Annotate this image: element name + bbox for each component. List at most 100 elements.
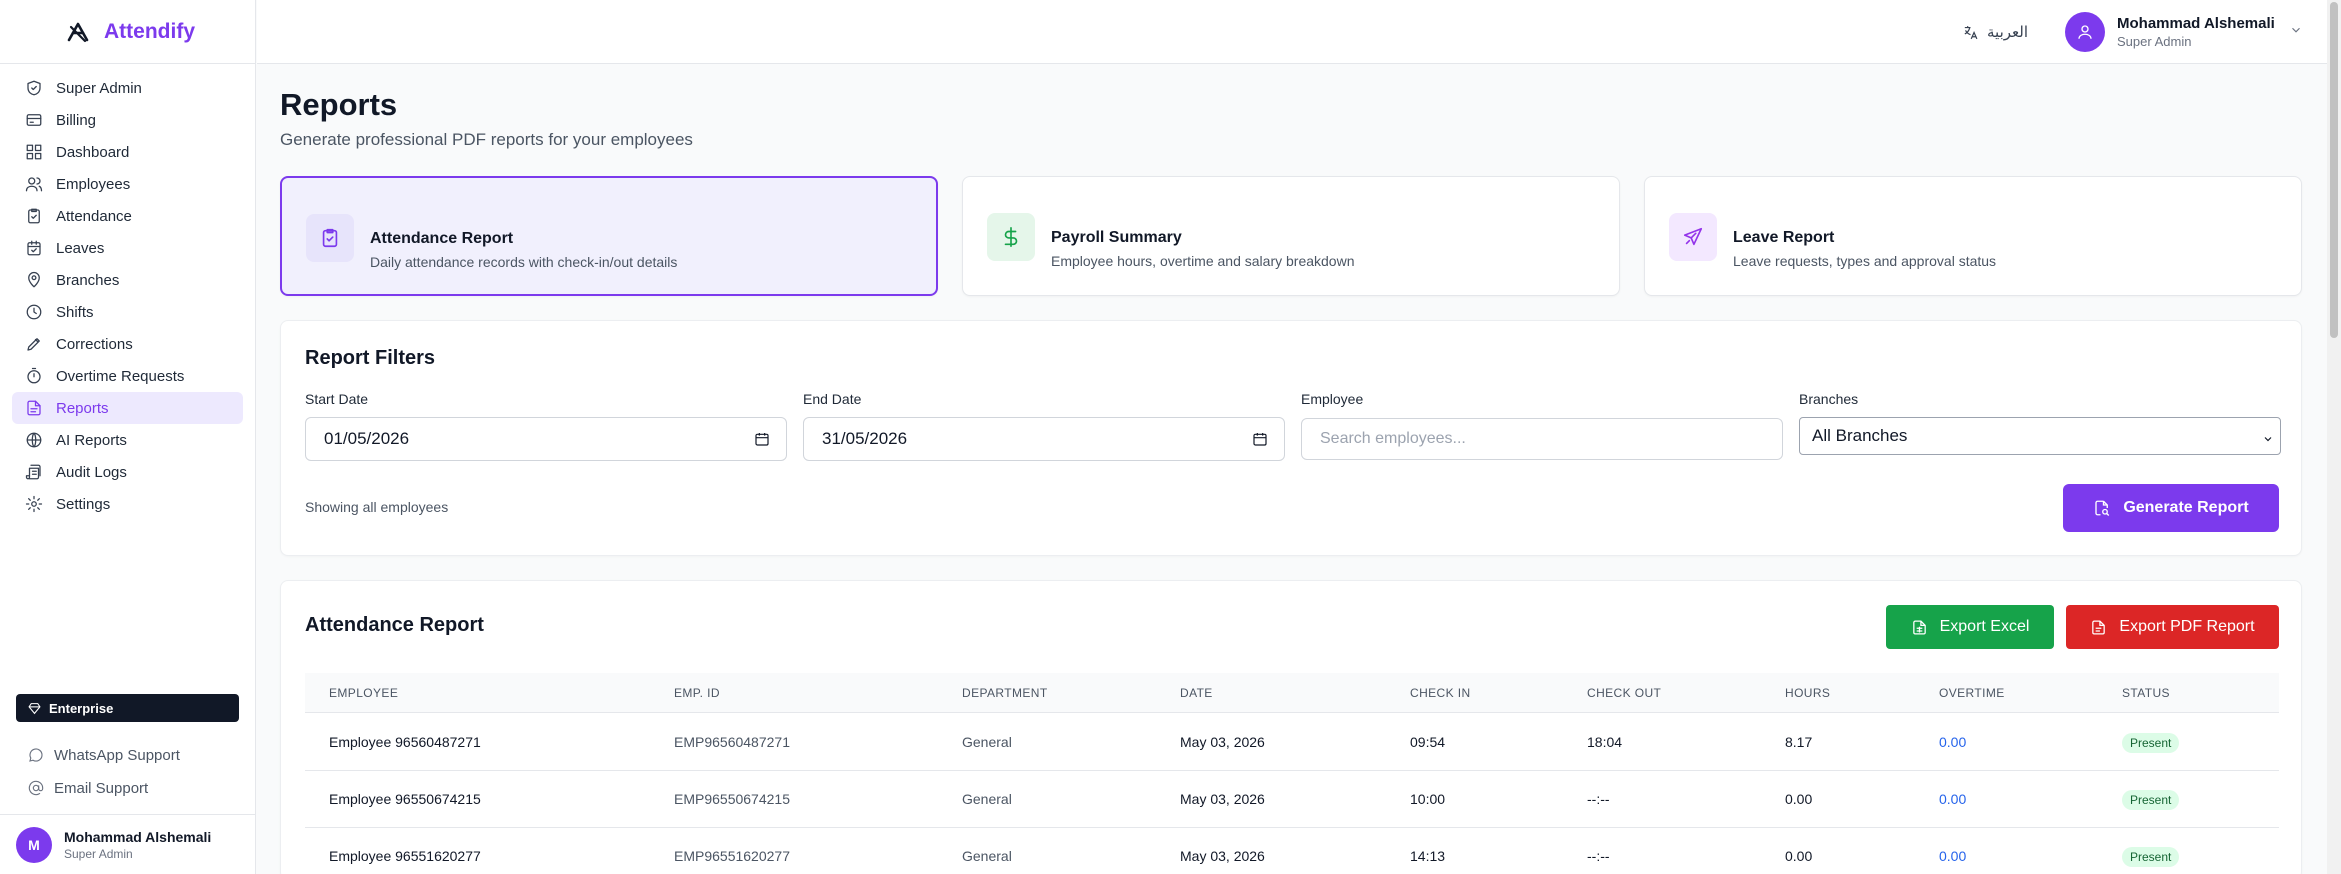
cell-status: Present (2122, 714, 2180, 771)
sidebar-item-label: Corrections (56, 335, 133, 353)
sidebar-item-attendance[interactable]: Attendance (12, 200, 243, 232)
email-support-link[interactable]: Email Support (16, 773, 239, 803)
email-support-label: Email Support (54, 779, 149, 797)
sidebar-item-leaves[interactable]: Leaves (12, 232, 243, 264)
status-badge: Present (2122, 847, 2180, 868)
users-icon (24, 174, 44, 194)
sidebar-item-label: Audit Logs (56, 463, 127, 481)
sidebar-item-ai-reports[interactable]: AI Reports (12, 424, 243, 456)
calendar-icon[interactable] (754, 431, 770, 447)
sidebar-user-name: Mohammad Alshemali (64, 828, 212, 845)
branches-select[interactable]: All Branches (1799, 417, 2281, 455)
end-date-input[interactable]: 31/05/2026 (803, 417, 1285, 461)
sidebar-item-audit-logs[interactable]: Audit Logs (12, 456, 243, 488)
sidebar-item-corrections[interactable]: Corrections (12, 328, 243, 360)
status-badge: Present (2122, 733, 2180, 754)
column-header-date[interactable]: DATE (1180, 673, 1213, 713)
header-user-role: Super Admin (2117, 34, 2192, 49)
sidebar-item-label: Shifts (56, 303, 94, 321)
table-row[interactable]: Employee 96551620277 EMP96551620277 Genera… (305, 828, 2279, 874)
sidebar-item-dashboard[interactable]: Dashboard (12, 136, 243, 168)
sidebar-item-settings[interactable]: Settings (12, 488, 243, 520)
report-type-card-attendance-report[interactable]: Attendance Report Daily attendance record… (280, 176, 938, 296)
dashboard-icon (24, 142, 44, 162)
sidebar-user-role: Super Admin (64, 846, 133, 861)
cell-check-in: 14:13 (1410, 848, 1446, 864)
filters-title: Report Filters (305, 347, 436, 369)
cell-hours: 0.00 (1785, 791, 1813, 807)
report-type-card-leave-report[interactable]: Leave Report Leave requests, types and ap… (1644, 176, 2302, 296)
sidebar-user[interactable]: M Mohammad Alshemali Super Admin (0, 814, 256, 874)
cell-emp-id: EMP96550674215 (674, 791, 790, 807)
column-header-check-in[interactable]: CHECK IN (1410, 673, 1471, 713)
employee-search-input[interactable]: Search employees... (1301, 418, 1783, 460)
chevron-down-icon (2289, 23, 2303, 42)
report-type-title: Leave Report (1733, 229, 1835, 246)
sidebar-item-overtime-requests[interactable]: Overtime Requests (12, 360, 243, 392)
page-subtitle: Generate professional PDF reports for yo… (280, 130, 693, 149)
spreadsheet-icon (1912, 619, 1926, 635)
scrollbar-thumb[interactable] (2330, 2, 2338, 338)
cell-date: May 03, 2026 (1180, 848, 1265, 864)
generate-report-button[interactable]: Generate Report (2063, 484, 2279, 532)
report-type-description: Leave requests, types and approval statu… (1733, 253, 1997, 269)
end-date-label: End Date (803, 391, 862, 407)
employee-label: Employee (1301, 391, 1364, 407)
export-excel-button[interactable]: Export Excel (1886, 605, 2054, 649)
header-user-name: Mohammad Alshemali (2117, 15, 2275, 32)
whatsapp-support-link[interactable]: WhatsApp Support (16, 740, 239, 770)
user-menu[interactable]: Mohammad Alshemali Super Admin (2065, 11, 2303, 53)
column-header-employee[interactable]: EMPLOYEE (329, 673, 398, 713)
sidebar-item-branches[interactable]: Branches (12, 264, 243, 296)
column-header-department[interactable]: DEPARTMENT (962, 673, 1048, 713)
column-header-hours[interactable]: HOURS (1785, 673, 1830, 713)
cell-check-in: 10:00 (1410, 791, 1446, 807)
language-switch-button[interactable]: العربية (1962, 20, 2028, 44)
start-date-input[interactable]: 01/05/2026 (305, 417, 787, 461)
cell-department: General (962, 734, 1012, 750)
cell-date: May 03, 2026 (1180, 791, 1265, 807)
table-row[interactable]: Employee 96560487271 EMP96560487271 Genera… (305, 714, 2279, 771)
cell-status: Present (2122, 828, 2180, 874)
sidebar-item-reports[interactable]: Reports (12, 392, 243, 424)
map-pin-icon (24, 270, 44, 290)
avatar (2065, 12, 2105, 52)
chat-bubble-icon (29, 748, 43, 762)
column-header-overtime[interactable]: OVERTIME (1939, 673, 2005, 713)
sidebar-item-super-admin[interactable]: Super Admin (12, 72, 243, 104)
report-type-card-payroll-summary[interactable]: Payroll Summary Employee hours, overtime … (962, 176, 1620, 296)
language-label: العربية (1987, 24, 2028, 41)
sidebar-item-label: Overtime Requests (56, 367, 185, 385)
sidebar-item-billing[interactable]: Billing (12, 104, 243, 136)
cell-check-out: --:-- (1587, 848, 1610, 864)
sidebar-item-employees[interactable]: Employees (12, 168, 243, 200)
column-header-emp-id[interactable]: EMP. ID (674, 673, 720, 713)
logo[interactable]: Attendify (0, 0, 255, 64)
top-header: العربية Mohammad Alshemali Super Admin (257, 0, 2327, 64)
file-text-icon (2092, 619, 2106, 635)
sidebar-nav: Super Admin Billing Dashboard Employees Atte… (0, 64, 255, 520)
clock-icon (24, 302, 44, 322)
end-date-value: 31/05/2026 (822, 429, 908, 448)
cell-overtime: 0.00 (1939, 734, 1967, 750)
status-badge: Present (2122, 790, 2180, 811)
cell-check-out: --:-- (1587, 791, 1610, 807)
dollar-icon (987, 213, 1035, 261)
start-date-label: Start Date (305, 391, 369, 407)
export-pdf-button[interactable]: Export PDF Report (2066, 605, 2279, 649)
cell-status: Present (2122, 771, 2180, 828)
report-type-title: Payroll Summary (1051, 229, 1182, 246)
timer-icon (24, 366, 44, 386)
plane-icon (1669, 213, 1717, 261)
sidebar-item-shifts[interactable]: Shifts (12, 296, 243, 328)
calendar-icon[interactable] (1252, 431, 1268, 447)
column-header-status[interactable]: STATUS (2122, 673, 2170, 713)
cell-check-out: 18:04 (1587, 734, 1623, 750)
cell-check-in: 09:54 (1410, 734, 1446, 750)
page-title: Reports (280, 87, 398, 122)
column-header-check-out[interactable]: CHECK OUT (1587, 673, 1661, 713)
table-row[interactable]: Employee 96550674215 EMP96550674215 Genera… (305, 771, 2279, 828)
page-scrollbar[interactable] (2327, 0, 2341, 874)
sidebar-item-label: Reports (56, 399, 109, 417)
attendify-logo-icon (67, 22, 89, 43)
